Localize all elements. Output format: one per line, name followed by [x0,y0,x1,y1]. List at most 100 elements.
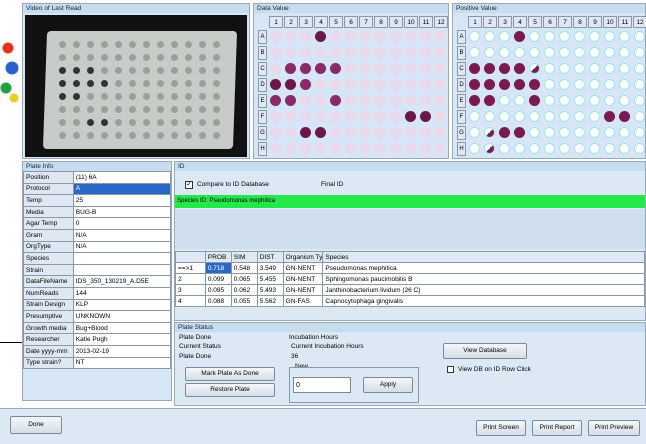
well[interactable] [345,63,356,74]
well[interactable] [330,127,341,138]
well[interactable] [435,127,446,138]
well[interactable] [420,111,431,122]
column-header[interactable]: 1 [269,16,283,28]
well[interactable] [619,143,630,154]
well[interactable] [390,79,401,90]
well[interactable] [529,127,540,138]
results-cell[interactable]: 0.088 [204,295,232,307]
well[interactable] [420,79,431,90]
well[interactable] [330,79,341,90]
info-value[interactable]: UNKNOWN [72,310,171,323]
column-header[interactable]: 10 [404,16,418,28]
well[interactable] [634,79,645,90]
results-cell[interactable]: 2 [175,273,206,285]
row-header[interactable]: H [258,142,267,156]
info-value[interactable]: (11) 6A [72,171,171,184]
well[interactable] [499,63,510,74]
column-header[interactable]: 11 [419,16,433,28]
well[interactable] [390,111,401,122]
well[interactable] [405,47,416,58]
compare-checkbox[interactable]: ✓ [185,181,193,189]
well[interactable] [345,127,356,138]
well[interactable] [559,95,570,106]
well[interactable] [469,143,480,154]
results-cell[interactable]: GN-NENT [282,262,324,274]
well[interactable] [420,127,431,138]
well[interactable] [390,31,401,42]
well[interactable] [574,95,585,106]
well[interactable] [435,95,446,106]
well[interactable] [499,111,510,122]
well[interactable] [285,79,296,90]
well[interactable] [285,63,296,74]
well[interactable] [589,31,600,42]
results-cell[interactable]: 4 [175,295,206,307]
results-cell[interactable]: 5.493 [256,284,284,296]
column-header[interactable]: 2 [483,16,497,28]
well[interactable] [315,95,326,106]
well[interactable] [360,31,371,42]
column-header[interactable]: 11 [618,16,632,28]
well[interactable] [375,95,386,106]
well[interactable] [420,143,431,154]
well[interactable] [435,63,446,74]
results-column-header[interactable]: PROB [204,251,232,263]
well[interactable] [330,63,341,74]
well[interactable] [345,143,356,154]
well[interactable] [634,31,645,42]
well[interactable] [300,47,311,58]
restore-button[interactable]: Restore Plate [185,383,275,397]
well[interactable] [544,127,555,138]
well[interactable] [589,143,600,154]
info-value[interactable]: 2013-02-19 [72,344,171,358]
well[interactable] [484,143,495,154]
row-header[interactable]: G [457,126,466,140]
well[interactable] [619,95,630,106]
print-preview-button[interactable]: Print Preview [588,420,640,436]
well[interactable] [484,127,495,138]
results-cell[interactable]: 0.062 [230,284,258,296]
new-hours-input[interactable] [293,377,351,393]
well[interactable] [514,63,525,74]
well[interactable] [469,79,480,90]
well[interactable] [300,111,311,122]
well[interactable] [559,79,570,90]
well[interactable] [390,47,401,58]
well[interactable] [529,111,540,122]
well[interactable] [634,127,645,138]
well[interactable] [469,95,480,106]
well[interactable] [484,79,495,90]
well[interactable] [285,127,296,138]
column-header[interactable]: 10 [603,16,617,28]
well[interactable] [270,127,281,138]
well[interactable] [634,63,645,74]
well[interactable] [390,127,401,138]
well[interactable] [544,111,555,122]
well[interactable] [345,95,356,106]
well[interactable] [634,111,645,122]
well[interactable] [499,47,510,58]
column-header[interactable]: 5 [329,16,343,28]
info-value[interactable]: 0 [72,217,171,230]
well[interactable] [345,47,356,58]
well[interactable] [484,47,495,58]
row-header[interactable]: B [457,46,466,60]
well[interactable] [604,63,615,74]
info-value[interactable]: Katie Pugh [72,333,171,346]
well[interactable] [270,95,281,106]
well[interactable] [375,63,386,74]
well[interactable] [420,31,431,42]
well[interactable] [345,31,356,42]
well[interactable] [330,31,341,42]
results-column-header[interactable]: SIM [230,251,258,263]
results-row[interactable]: 3 0.095 0.062 5.493 GN-NENT Janthinobacterium… [175,284,645,296]
well[interactable] [285,143,296,154]
well[interactable] [514,95,525,106]
column-header[interactable]: 12 [434,16,448,28]
well[interactable] [405,127,416,138]
results-cell[interactable]: Capnocytophaga gingivalis [322,295,645,307]
well[interactable] [270,31,281,42]
well[interactable] [300,143,311,154]
well[interactable] [484,111,495,122]
well[interactable] [285,31,296,42]
